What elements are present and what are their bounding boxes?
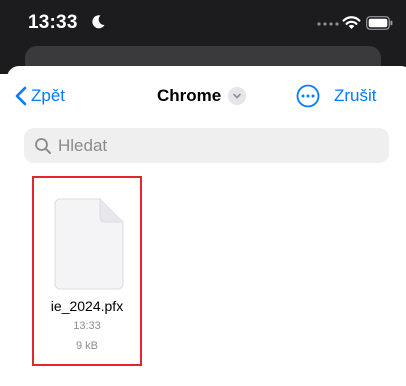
signal-icon — [317, 22, 339, 26]
file-size: 9 kB — [75, 340, 98, 352]
ellipsis-circle-icon[interactable] — [296, 84, 320, 108]
battery-icon — [366, 16, 393, 30]
file-picker-sheet: Zpět Chrome Zrušit i — [7, 66, 406, 386]
chevron-left-icon — [15, 86, 27, 106]
search-input[interactable] — [58, 135, 389, 156]
wifi-icon — [342, 16, 361, 29]
status-bar: 13:33 — [0, 0, 406, 44]
back-label: Zpět — [31, 86, 66, 105]
moon-icon — [92, 15, 105, 29]
file-time: 13:33 — [73, 320, 101, 332]
page-title: Chrome — [157, 86, 222, 105]
search-field[interactable] — [24, 128, 389, 163]
back-button[interactable]: Zpět — [15, 84, 65, 108]
status-time: 13:33 — [28, 12, 78, 33]
file-name: ie_2024.pfx — [50, 298, 124, 314]
search-icon — [35, 137, 51, 154]
chevron-down-icon — [228, 87, 247, 105]
navigation-bar: Zpět Chrome Zrušit — [7, 66, 406, 126]
folder-title-menu[interactable]: Chrome — [157, 84, 247, 108]
file-item[interactable]: ie_2024.pfx 13:33 9 kB — [32, 176, 142, 366]
document-icon — [54, 198, 124, 290]
cancel-button[interactable]: Zrušit — [334, 84, 377, 108]
